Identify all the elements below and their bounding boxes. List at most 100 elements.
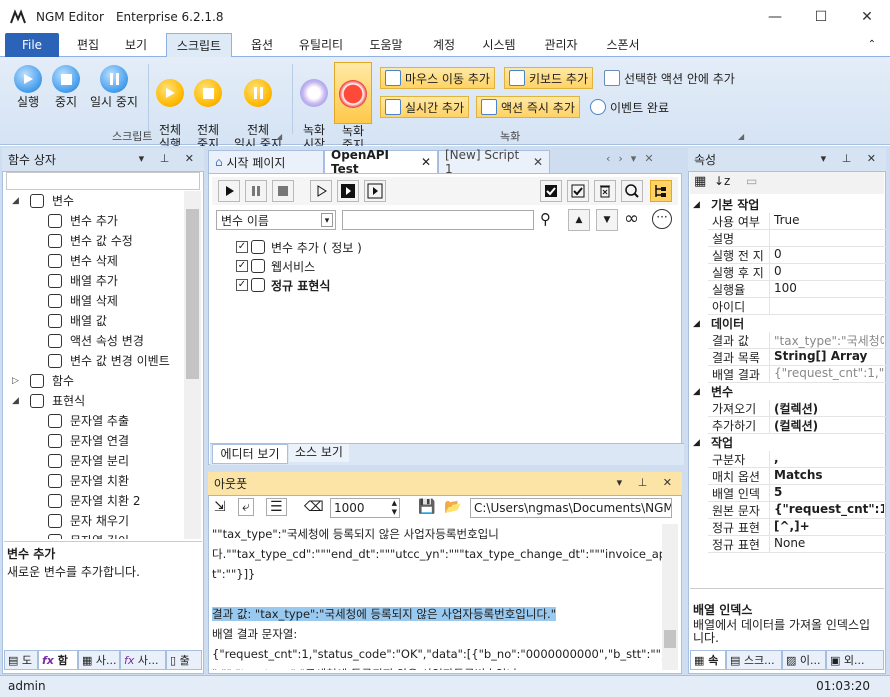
sort-alpha-icon[interactable]: ↓z (714, 174, 730, 188)
right-tab-script[interactable]: ▤ 스크... (726, 650, 782, 670)
move-up-icon[interactable]: ▲ (568, 209, 590, 231)
tree-item[interactable]: 배열 값 (48, 311, 107, 331)
clean-icon[interactable]: ⇲ (214, 499, 226, 515)
categorized-icon[interactable]: ▦ (694, 174, 706, 189)
property-value[interactable]: True (770, 213, 884, 229)
max-lines-stepper[interactable]: 1000 ▲ ▼ (330, 498, 400, 518)
collapse-icon[interactable]: ◢ (12, 391, 24, 411)
property-value[interactable]: None (770, 536, 884, 552)
property-value[interactable]: , (770, 451, 884, 467)
stop-script-icon[interactable] (272, 180, 294, 202)
action-checkbox[interactable]: ✓ (236, 260, 248, 272)
left-tab-output[interactable]: ▯ 출 (166, 650, 202, 670)
action-row[interactable]: ✓ 웹서비스 (236, 257, 315, 275)
eraser-icon[interactable]: ⌫ (304, 499, 324, 515)
ribbon-collapse-icon[interactable]: ⌃ (862, 33, 882, 57)
tree-category[interactable]: ◢ 변수 (12, 191, 74, 211)
close-tab-icon[interactable]: ✕ (421, 155, 431, 169)
property-row[interactable]: 결과 목록 String[] Array (708, 349, 886, 366)
run-selected-icon[interactable] (337, 180, 359, 202)
menu-account[interactable]: 계정 (424, 33, 464, 57)
tree-item[interactable]: 문자 채우기 (48, 511, 129, 531)
menu-system[interactable]: 시스템 (474, 33, 524, 57)
folder-icon[interactable]: 📂 (444, 499, 461, 515)
property-row[interactable]: 실행 후 지0 (708, 264, 886, 281)
group-launcher-icon[interactable]: ◢ (738, 132, 744, 141)
property-value[interactable]: Matchs (770, 468, 884, 484)
menu-script[interactable]: 스크립트 (166, 33, 232, 58)
find-icon[interactable] (621, 180, 643, 202)
function-search-input[interactable] (6, 172, 200, 190)
filter-input[interactable] (342, 210, 534, 230)
structure-icon[interactable] (650, 180, 672, 202)
property-value[interactable]: {"request_cnt":1,"sta (770, 366, 884, 382)
group-launcher-icon[interactable]: ◢ (276, 132, 282, 141)
minimize-button[interactable]: — (752, 0, 798, 33)
search-icon[interactable]: ⚲ (540, 210, 551, 228)
property-value[interactable]: {"request_cnt":1," (770, 502, 884, 518)
run-all-button[interactable]: 전체 실행 (152, 65, 188, 151)
tree-category[interactable]: ◢ 표현식 (12, 391, 85, 411)
tree-item[interactable]: 배열 삭제 (48, 291, 118, 311)
left-tab-function[interactable]: fx 함 (38, 650, 78, 670)
tree-item[interactable]: 문자열 길이 (48, 531, 129, 539)
property-row[interactable]: 아이디 (708, 298, 886, 315)
action-row[interactable]: ✓ 변수 추가 ( 정보 ) (236, 238, 362, 256)
collapse-icon[interactable]: ◢ (693, 387, 703, 397)
menu-view[interactable]: 보기 (118, 33, 154, 57)
property-row[interactable]: 구분자, (708, 451, 886, 468)
left-tab-user[interactable]: ▦ 사... (78, 650, 120, 670)
left-tab-user-function[interactable]: fx 사... (120, 650, 166, 670)
add-inside-selected-button[interactable]: 선택한 액션 안에 추가 (600, 67, 739, 89)
pause-script-icon[interactable] (245, 180, 267, 202)
tree-category[interactable]: ▷ 함수 (12, 371, 74, 391)
collapse-icon[interactable]: ◢ (693, 438, 703, 448)
output-scrollbar[interactable] (662, 524, 678, 670)
property-value[interactable]: (컬렉션) (770, 400, 884, 416)
property-row[interactable]: 사용 여부 True (708, 213, 886, 230)
add-action-now-button[interactable]: 액션 즉시 추가 (476, 96, 580, 118)
property-category[interactable]: ◢ 데이터 (693, 315, 744, 332)
tree-item[interactable]: 변수 삭제 (48, 251, 118, 271)
tree-item[interactable]: 변수 값 변경 이벤트 (48, 351, 170, 371)
menu-utility[interactable]: 유틸리티 (292, 33, 350, 57)
filter-select[interactable]: 변수 이름 ▾ (216, 210, 336, 230)
stop-button[interactable]: 중지 (48, 65, 84, 109)
stop-all-button[interactable]: 전체 중지 (190, 65, 226, 151)
source-view-tab[interactable]: 소스 보기 (289, 444, 349, 462)
property-row[interactable]: 정규 표현 None (708, 536, 886, 553)
action-checkbox[interactable]: ✓ (236, 241, 248, 253)
tree-item[interactable]: 문자열 추출 (48, 411, 129, 431)
check-icon[interactable] (567, 180, 589, 202)
delete-icon[interactable] (594, 180, 616, 202)
output-path-input[interactable]: C:\Users\ngmas\Documents\NGM6\ (470, 498, 672, 518)
tree-item[interactable]: 변수 추가 (48, 211, 118, 231)
tree-item[interactable]: 문자열 연결 (48, 431, 129, 451)
save-icon[interactable]: 💾 (418, 499, 435, 515)
property-value[interactable]: 0 (770, 264, 884, 280)
tree-item[interactable]: 문자열 치환 (48, 471, 129, 491)
right-tab-properties[interactable]: ▦ 속 (690, 650, 726, 670)
editor-view-tab[interactable]: 에디터 보기 (212, 444, 288, 464)
property-pages-icon[interactable]: ▭ (746, 174, 757, 188)
pause-button[interactable]: 일시 중지 (86, 65, 142, 109)
list-icon[interactable]: ☰ (266, 498, 287, 516)
add-keyboard-button[interactable]: 키보드 추가 (504, 67, 594, 89)
menu-help[interactable]: 도움말 (362, 33, 410, 57)
run-from-icon[interactable] (310, 180, 332, 202)
tree-item[interactable]: 문자열 치환 2 (48, 491, 140, 511)
menu-edit[interactable]: 편집 (70, 33, 106, 57)
tree-item[interactable]: 배열 추가 (48, 271, 118, 291)
tab-openapi-test[interactable]: OpenAPI Test ✕ (324, 148, 438, 176)
property-value[interactable]: String[] Array (770, 349, 884, 365)
panel-controls[interactable]: ▾ ⊥ ✕ (139, 152, 200, 165)
tree-scrollbar-thumb[interactable] (186, 209, 199, 379)
property-category[interactable]: ◢ 작업 (693, 434, 733, 451)
run-button[interactable]: 실행 (8, 65, 48, 109)
tab-nav-controls[interactable]: ‹›▾✕ (606, 152, 662, 165)
run-step-icon[interactable] (364, 180, 386, 202)
property-row[interactable]: 추가하기 (컬렉션) (708, 417, 886, 434)
close-tab-icon[interactable]: ✕ (533, 155, 543, 169)
output-scrollbar-thumb[interactable] (664, 630, 676, 648)
property-row[interactable]: 배열 인덱 5 (708, 485, 886, 502)
